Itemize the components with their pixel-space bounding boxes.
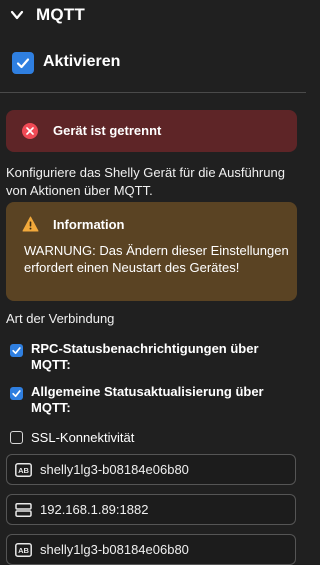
error-alert-text: Gerät ist getrennt — [53, 123, 162, 138]
error-alert: Gerät ist getrennt — [6, 110, 297, 152]
server-icon — [15, 503, 32, 517]
client-id-input[interactable] — [40, 455, 290, 484]
rpc-status-label: RPC-Statusbenachrichtigungen über MQTT: — [31, 341, 259, 372]
general-status-option[interactable]: Allgemeine Statusaktualisierung über MQT… — [0, 384, 306, 418]
ssl-checkbox[interactable] — [10, 431, 23, 444]
text-field-icon: AB — [15, 543, 32, 557]
info-alert-text: WARNUNG: Das Ändern dieser Einstellungen… — [24, 243, 289, 275]
chevron-down-icon[interactable] — [10, 8, 24, 22]
server-input[interactable] — [40, 495, 290, 524]
error-x-icon — [22, 123, 38, 139]
section-description: Konfiguriere das Shelly Gerät für die Au… — [6, 165, 285, 198]
text-field-icon: AB — [15, 463, 32, 477]
enable-label: Aktivieren — [43, 53, 121, 70]
info-alert-title: Information — [53, 217, 125, 232]
server-field[interactable] — [6, 494, 296, 525]
ssl-label: SSL-Konnektivität — [31, 430, 135, 445]
general-status-label: Allgemeine Statusaktualisierung über MQT… — [31, 384, 264, 415]
enable-toggle-row[interactable]: Aktivieren — [0, 48, 306, 78]
rpc-status-checkbox[interactable] — [10, 344, 23, 357]
connection-type-label: Art der Verbindung — [6, 311, 115, 326]
topic-prefix-field[interactable]: AB — [6, 534, 296, 565]
general-status-checkbox[interactable] — [10, 387, 23, 400]
svg-text:AB: AB — [18, 546, 29, 555]
mqtt-settings-panel: MQTT Aktivieren Gerät ist getrennt Konfi… — [0, 0, 306, 565]
topic-prefix-input[interactable] — [40, 535, 290, 564]
client-id-field[interactable]: AB — [6, 454, 296, 485]
section-header[interactable]: MQTT — [0, 0, 306, 30]
svg-text:AB: AB — [18, 466, 29, 475]
enable-checkbox[interactable] — [12, 52, 34, 74]
rpc-status-option[interactable]: RPC-Statusbenachrichtigungen über MQTT: — [0, 341, 306, 375]
warning-triangle-icon — [22, 216, 39, 232]
info-alert: Information WARNUNG: Das Ändern dieser E… — [6, 202, 297, 301]
divider — [0, 92, 306, 93]
ssl-option[interactable]: SSL-Konnektivität — [0, 430, 306, 448]
section-title: MQTT — [36, 5, 85, 24]
